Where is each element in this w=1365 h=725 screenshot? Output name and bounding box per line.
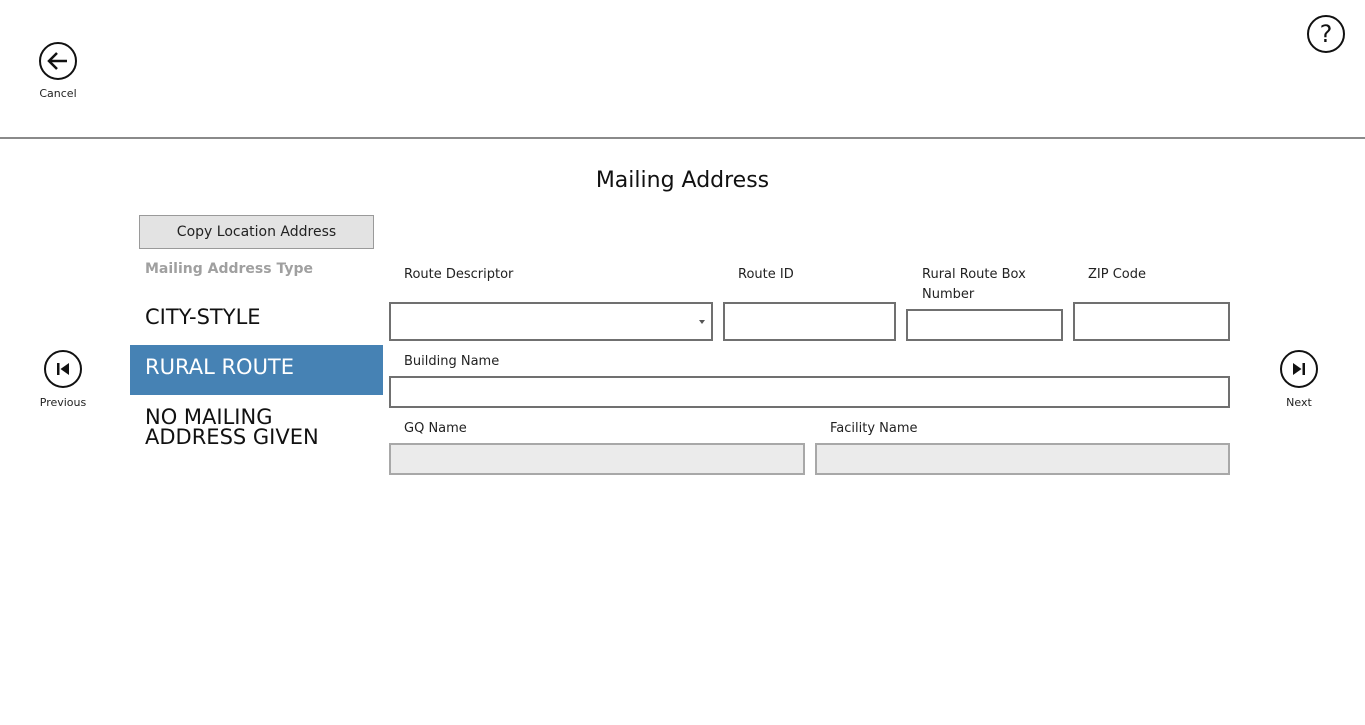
- skip-next-icon: [1293, 363, 1305, 375]
- facility-name-label: Facility Name: [830, 421, 918, 436]
- chevron-down-icon: [699, 320, 705, 324]
- cancel-label: Cancel: [39, 87, 77, 100]
- route-id-input[interactable]: [723, 302, 896, 341]
- skip-previous-icon: [57, 363, 69, 375]
- address-type-option-label: NO MAILING ADDRESS GIVEN: [145, 405, 319, 449]
- route-descriptor-select[interactable]: [389, 302, 713, 341]
- address-type-option-label: RURAL ROUTE: [145, 355, 295, 379]
- address-type-city-style[interactable]: CITY-STYLE: [130, 307, 383, 331]
- rural-route-box-number-input[interactable]: [906, 309, 1063, 341]
- previous-button[interactable]: [44, 350, 82, 388]
- route-descriptor-label: Route Descriptor: [404, 267, 514, 282]
- help-icon: ?: [1319, 20, 1333, 48]
- next-label: Next: [1286, 396, 1312, 409]
- address-type-no-mailing-address[interactable]: NO MAILING ADDRESS GIVEN: [130, 407, 330, 451]
- page-title: Mailing Address: [595, 168, 770, 193]
- address-type-option-label: CITY-STYLE: [145, 305, 261, 329]
- previous-label: Previous: [39, 396, 87, 409]
- building-name-input[interactable]: [389, 376, 1230, 408]
- gq-name-label: GQ Name: [404, 421, 467, 436]
- copy-location-address-button[interactable]: Copy Location Address: [139, 215, 374, 249]
- route-id-label: Route ID: [738, 267, 794, 282]
- rural-route-box-number-label: Rural Route Box Number: [922, 267, 1026, 302]
- arrow-left-icon: [47, 52, 67, 70]
- cancel-button[interactable]: [39, 42, 77, 80]
- zip-code-label: ZIP Code: [1088, 267, 1146, 282]
- next-button[interactable]: [1280, 350, 1318, 388]
- facility-name-input: [815, 443, 1230, 475]
- building-name-label: Building Name: [404, 354, 500, 369]
- help-button[interactable]: ?: [1307, 15, 1345, 53]
- address-type-rural-route[interactable]: RURAL ROUTE: [130, 345, 383, 395]
- zip-code-input[interactable]: [1073, 302, 1230, 341]
- gq-name-input: [389, 443, 805, 475]
- mailing-address-type-label: Mailing Address Type: [145, 261, 313, 277]
- header-divider: [0, 137, 1365, 139]
